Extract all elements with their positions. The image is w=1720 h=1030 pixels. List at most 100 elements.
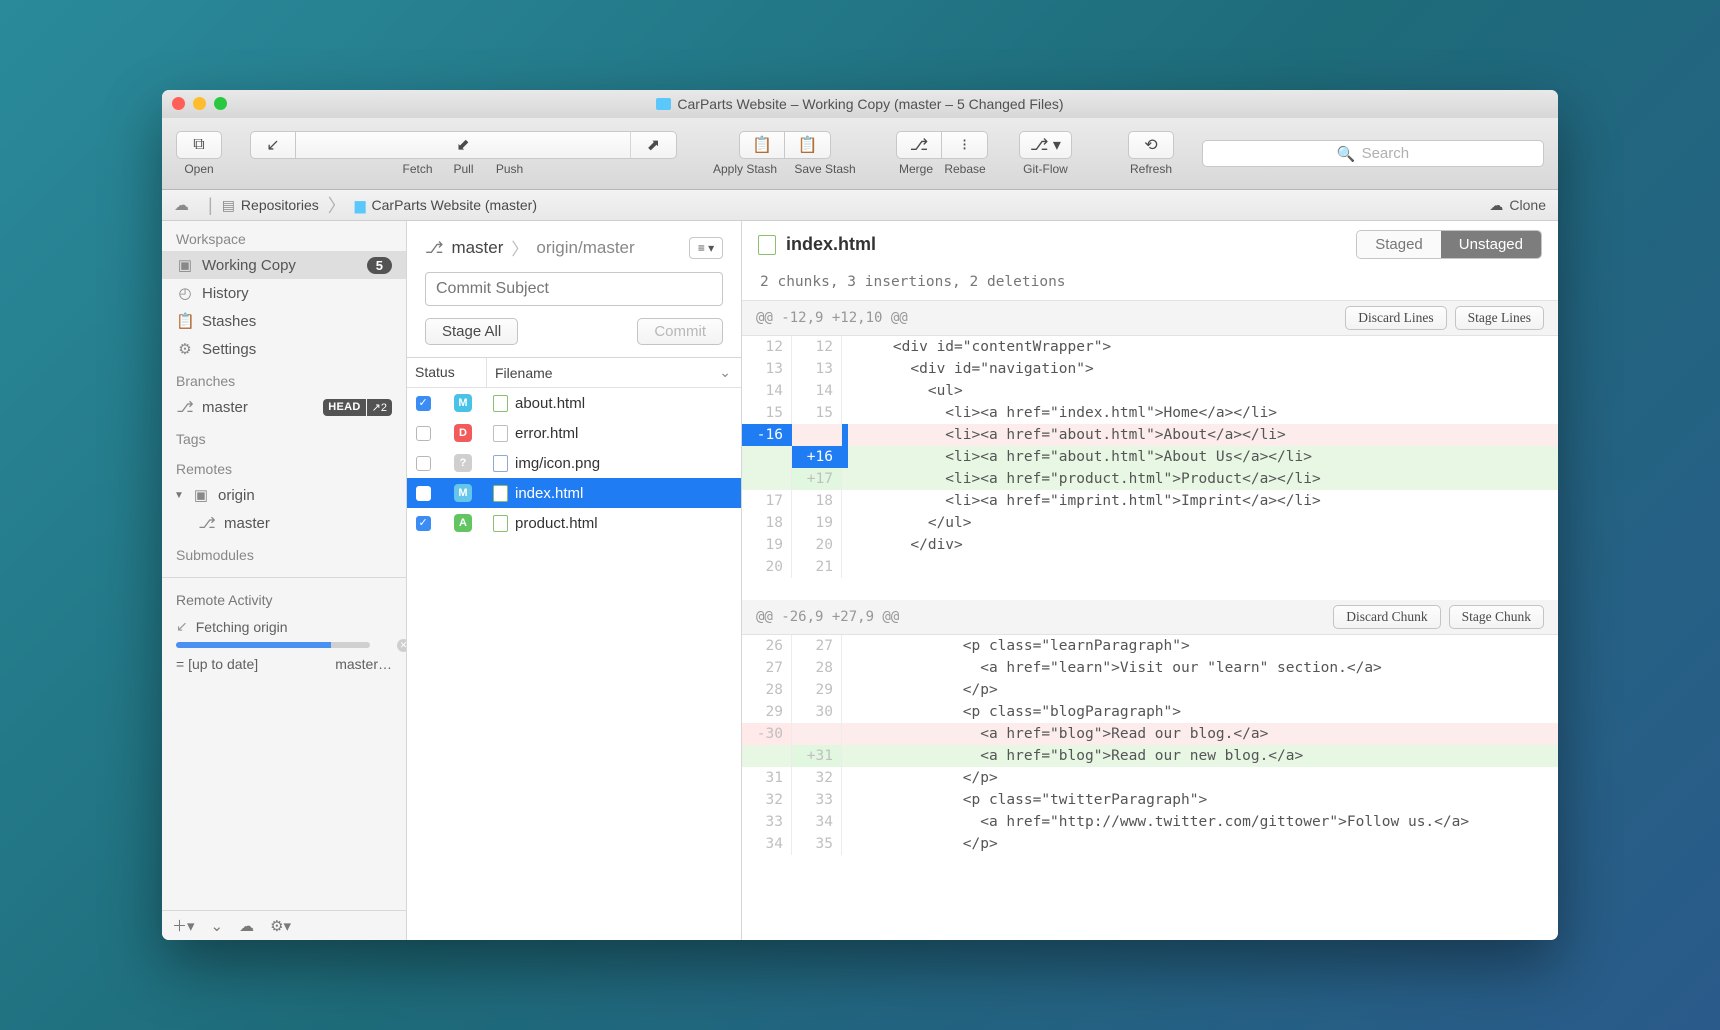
commit-button[interactable]: Commit bbox=[637, 318, 723, 345]
branch-icon: ⎇ bbox=[176, 398, 194, 416]
stage-chunk-button[interactable]: Stage Chunk bbox=[1449, 605, 1544, 629]
stage-all-button[interactable]: Stage All bbox=[425, 318, 518, 345]
diff-line[interactable]: 1313 <div id="navigation"> bbox=[742, 358, 1558, 380]
diff-line[interactable]: +31 <a href="blog">Read our new blog.</a… bbox=[742, 745, 1558, 767]
sidebar-section-remotes: Remotes bbox=[162, 451, 406, 481]
sidebar-item-settings[interactable]: ⚙ Settings bbox=[162, 335, 406, 363]
search-input[interactable]: 🔍 Search bbox=[1202, 140, 1544, 167]
close-window-button[interactable] bbox=[172, 97, 185, 110]
minimize-window-button[interactable] bbox=[193, 97, 206, 110]
sidebar-remote-branch-master[interactable]: ⎇ master bbox=[162, 509, 406, 537]
diff-line[interactable]: +16 <li><a href="about.html">About Us</a… bbox=[742, 446, 1558, 468]
stage-lines-button[interactable]: Stage Lines bbox=[1455, 306, 1544, 330]
diff-line[interactable]: 1414 <ul> bbox=[742, 380, 1558, 402]
diff-line[interactable]: 3233 <p class="twitterParagraph"> bbox=[742, 789, 1558, 811]
tracking-branch[interactable]: origin/master bbox=[536, 238, 634, 258]
gear-menu-button[interactable]: ⚙▾ bbox=[270, 917, 291, 935]
diff-line[interactable]: -16 <li><a href="about.html">About</a></… bbox=[742, 424, 1558, 446]
add-menu-button[interactable]: ＋▾ bbox=[172, 915, 195, 936]
sidebar-remote-origin[interactable]: ▼ ▣ origin bbox=[162, 481, 406, 509]
refresh-button[interactable]: ⟲ bbox=[1128, 131, 1174, 159]
file-row[interactable]: Derror.html bbox=[407, 418, 741, 448]
zoom-window-button[interactable] bbox=[214, 97, 227, 110]
file-row[interactable]: ?img/icon.png bbox=[407, 448, 741, 478]
file-row[interactable]: Mabout.html bbox=[407, 388, 741, 418]
open-button[interactable]: ⧉ bbox=[176, 131, 222, 159]
stage-checkbox[interactable] bbox=[416, 486, 431, 501]
titlebar: CarParts Website – Working Copy (master … bbox=[162, 90, 1558, 118]
stage-checkbox[interactable] bbox=[416, 516, 431, 531]
hunk-1-code[interactable]: 1212 <div id="contentWrapper">1313 <div … bbox=[742, 336, 1558, 578]
fetch-arrow-icon: ↙ bbox=[176, 618, 188, 635]
commit-subject-input[interactable] bbox=[425, 272, 723, 306]
cloud-icon[interactable]: ☁ bbox=[239, 917, 254, 935]
diff-line[interactable]: 1515 <li><a href="index.html">Home</a></… bbox=[742, 402, 1558, 424]
breadcrumb-repositories[interactable]: Repositories bbox=[241, 197, 319, 213]
diff-line[interactable]: 3334 <a href="http://www.twitter.com/git… bbox=[742, 811, 1558, 833]
rebase-button[interactable]: ⁝ bbox=[942, 131, 988, 159]
view-menu-button[interactable]: ≡ ▾ bbox=[689, 237, 723, 259]
discard-lines-button[interactable]: Discard Lines bbox=[1345, 306, 1446, 330]
sidebar-item-history[interactable]: ◴ History bbox=[162, 279, 406, 307]
hunk-2-code[interactable]: 2627 <p class="learnParagraph">2728 <a h… bbox=[742, 635, 1558, 855]
file-type-icon bbox=[493, 395, 508, 412]
stage-checkbox[interactable] bbox=[416, 426, 431, 441]
clone-button[interactable]: Clone bbox=[1509, 197, 1546, 213]
discard-chunk-button[interactable]: Discard Chunk bbox=[1333, 605, 1440, 629]
stage-checkbox[interactable] bbox=[416, 396, 431, 411]
branch-icon: ⎇ bbox=[425, 238, 443, 258]
diff-line[interactable]: 1718 <li><a href="imprint.html">Imprint<… bbox=[742, 490, 1558, 512]
diff-line[interactable]: 2930 <p class="blogParagraph"> bbox=[742, 701, 1558, 723]
fetch-button[interactable]: ↙ bbox=[250, 131, 296, 159]
diff-line[interactable]: -30 <a href="blog">Read our blog.</a> bbox=[742, 723, 1558, 745]
sidebar-item-stashes[interactable]: 📋 Stashes bbox=[162, 307, 406, 335]
diff-line[interactable]: 2728 <a href="learn">Visit our "learn" s… bbox=[742, 657, 1558, 679]
current-branch[interactable]: master bbox=[451, 238, 503, 258]
save-stash-button[interactable]: 📋 bbox=[785, 131, 831, 159]
folder-icon: ▆ bbox=[355, 197, 366, 214]
diff-line[interactable]: 1212 <div id="contentWrapper"> bbox=[742, 336, 1558, 358]
staged-tab[interactable]: Staged bbox=[1357, 231, 1441, 258]
folder-icon bbox=[656, 98, 671, 110]
main: Workspace ▣ Working Copy 5 ◴ History 📋 S… bbox=[162, 221, 1558, 940]
file-row[interactable]: Mindex.html bbox=[407, 478, 741, 508]
diff-line[interactable]: +17 <li><a href="product.html">Product</… bbox=[742, 468, 1558, 490]
diff-line[interactable]: 1920 </div> bbox=[742, 534, 1558, 556]
file-type-icon bbox=[493, 455, 508, 472]
sidebar-item-label: Working Copy bbox=[202, 257, 296, 274]
diff-line[interactable]: 1819 </ul> bbox=[742, 512, 1558, 534]
disclosure-triangle-icon[interactable]: ▼ bbox=[174, 490, 184, 501]
stage-checkbox[interactable] bbox=[416, 456, 431, 471]
push-button[interactable]: ⬈ bbox=[631, 131, 677, 159]
sidebar-item-label: Settings bbox=[202, 341, 256, 358]
unstaged-tab[interactable]: Unstaged bbox=[1441, 231, 1541, 258]
cancel-fetch-button[interactable]: ✕ bbox=[397, 639, 407, 652]
sidebar-item-label: master bbox=[224, 515, 270, 532]
file-row[interactable]: Aproduct.html bbox=[407, 508, 741, 538]
sidebar-item-working-copy[interactable]: ▣ Working Copy 5 bbox=[162, 251, 406, 279]
sidebar-branch-master[interactable]: ⎇ master HEAD ↗2 bbox=[162, 393, 406, 421]
sidebar-section-tags: Tags bbox=[162, 421, 406, 451]
merge-button[interactable]: ⎇ bbox=[896, 131, 942, 159]
diff-line[interactable]: 2627 <p class="learnParagraph"> bbox=[742, 635, 1558, 657]
column-header-filename[interactable]: Filename ⌄ bbox=[487, 358, 741, 387]
file-name: error.html bbox=[513, 425, 733, 442]
apply-stash-button[interactable]: 📋 bbox=[739, 131, 785, 159]
diff-line[interactable]: 2829 </p> bbox=[742, 679, 1558, 701]
terminal-icon[interactable]: ⌄ bbox=[211, 917, 224, 935]
pull-button[interactable]: ⬋ bbox=[296, 131, 631, 159]
file-type-icon bbox=[493, 425, 508, 442]
diff-filename: index.html bbox=[786, 234, 876, 255]
gitflow-button[interactable]: ⎇ ▾ bbox=[1019, 131, 1072, 159]
hunk-2-header: @@ -26,9 +27,9 @@ Discard Chunk Stage Ch… bbox=[742, 600, 1558, 635]
breadcrumb-repo[interactable]: CarParts Website (master) bbox=[372, 197, 537, 213]
diff-line[interactable]: 2021 bbox=[742, 556, 1558, 578]
diff-line[interactable]: 3132 </p> bbox=[742, 767, 1558, 789]
diff-line[interactable]: 3435 </p> bbox=[742, 833, 1558, 855]
cloud-icon[interactable]: ☁ bbox=[174, 196, 189, 214]
column-header-status[interactable]: Status bbox=[407, 358, 487, 387]
remote-activity: ↙ Fetching origin ✕ = [up to date] maste… bbox=[162, 612, 406, 678]
window-controls bbox=[172, 97, 227, 110]
gear-icon: ⚙ bbox=[176, 340, 194, 358]
folder-icon: ▣ bbox=[192, 486, 210, 504]
